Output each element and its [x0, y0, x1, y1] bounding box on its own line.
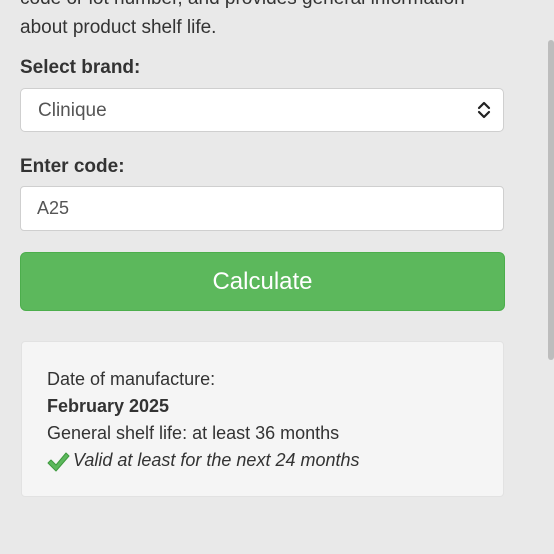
shelf-life-text: General shelf life: at least 36 months — [47, 423, 340, 443]
intro-line-1: code or lot number, and provides general… — [20, 0, 520, 13]
code-label: Enter code: — [20, 156, 125, 177]
brand-select-value: Clinique — [38, 100, 107, 121]
calculate-button[interactable]: Calculate — [20, 252, 505, 311]
manufacture-label: Date of manufacture: — [47, 369, 216, 389]
validity-text: Valid at least for the next 24 months — [73, 450, 360, 470]
page: code or lot number, and provides general… — [0, 0, 554, 554]
intro-line-2: about product shelf life. — [20, 17, 217, 38]
result-card: Date of manufacture: February 2025 Gener… — [21, 341, 504, 497]
brand-label: Select brand: — [20, 57, 141, 78]
manufacture-date: February 2025 — [47, 396, 170, 416]
check-icon — [47, 452, 70, 472]
chevron-up-down-icon — [477, 101, 491, 119]
code-input[interactable] — [20, 186, 504, 231]
scrollbar[interactable] — [548, 40, 554, 360]
intro-text: code or lot number, and provides general… — [20, 0, 520, 42]
brand-select[interactable]: Clinique — [20, 88, 504, 132]
